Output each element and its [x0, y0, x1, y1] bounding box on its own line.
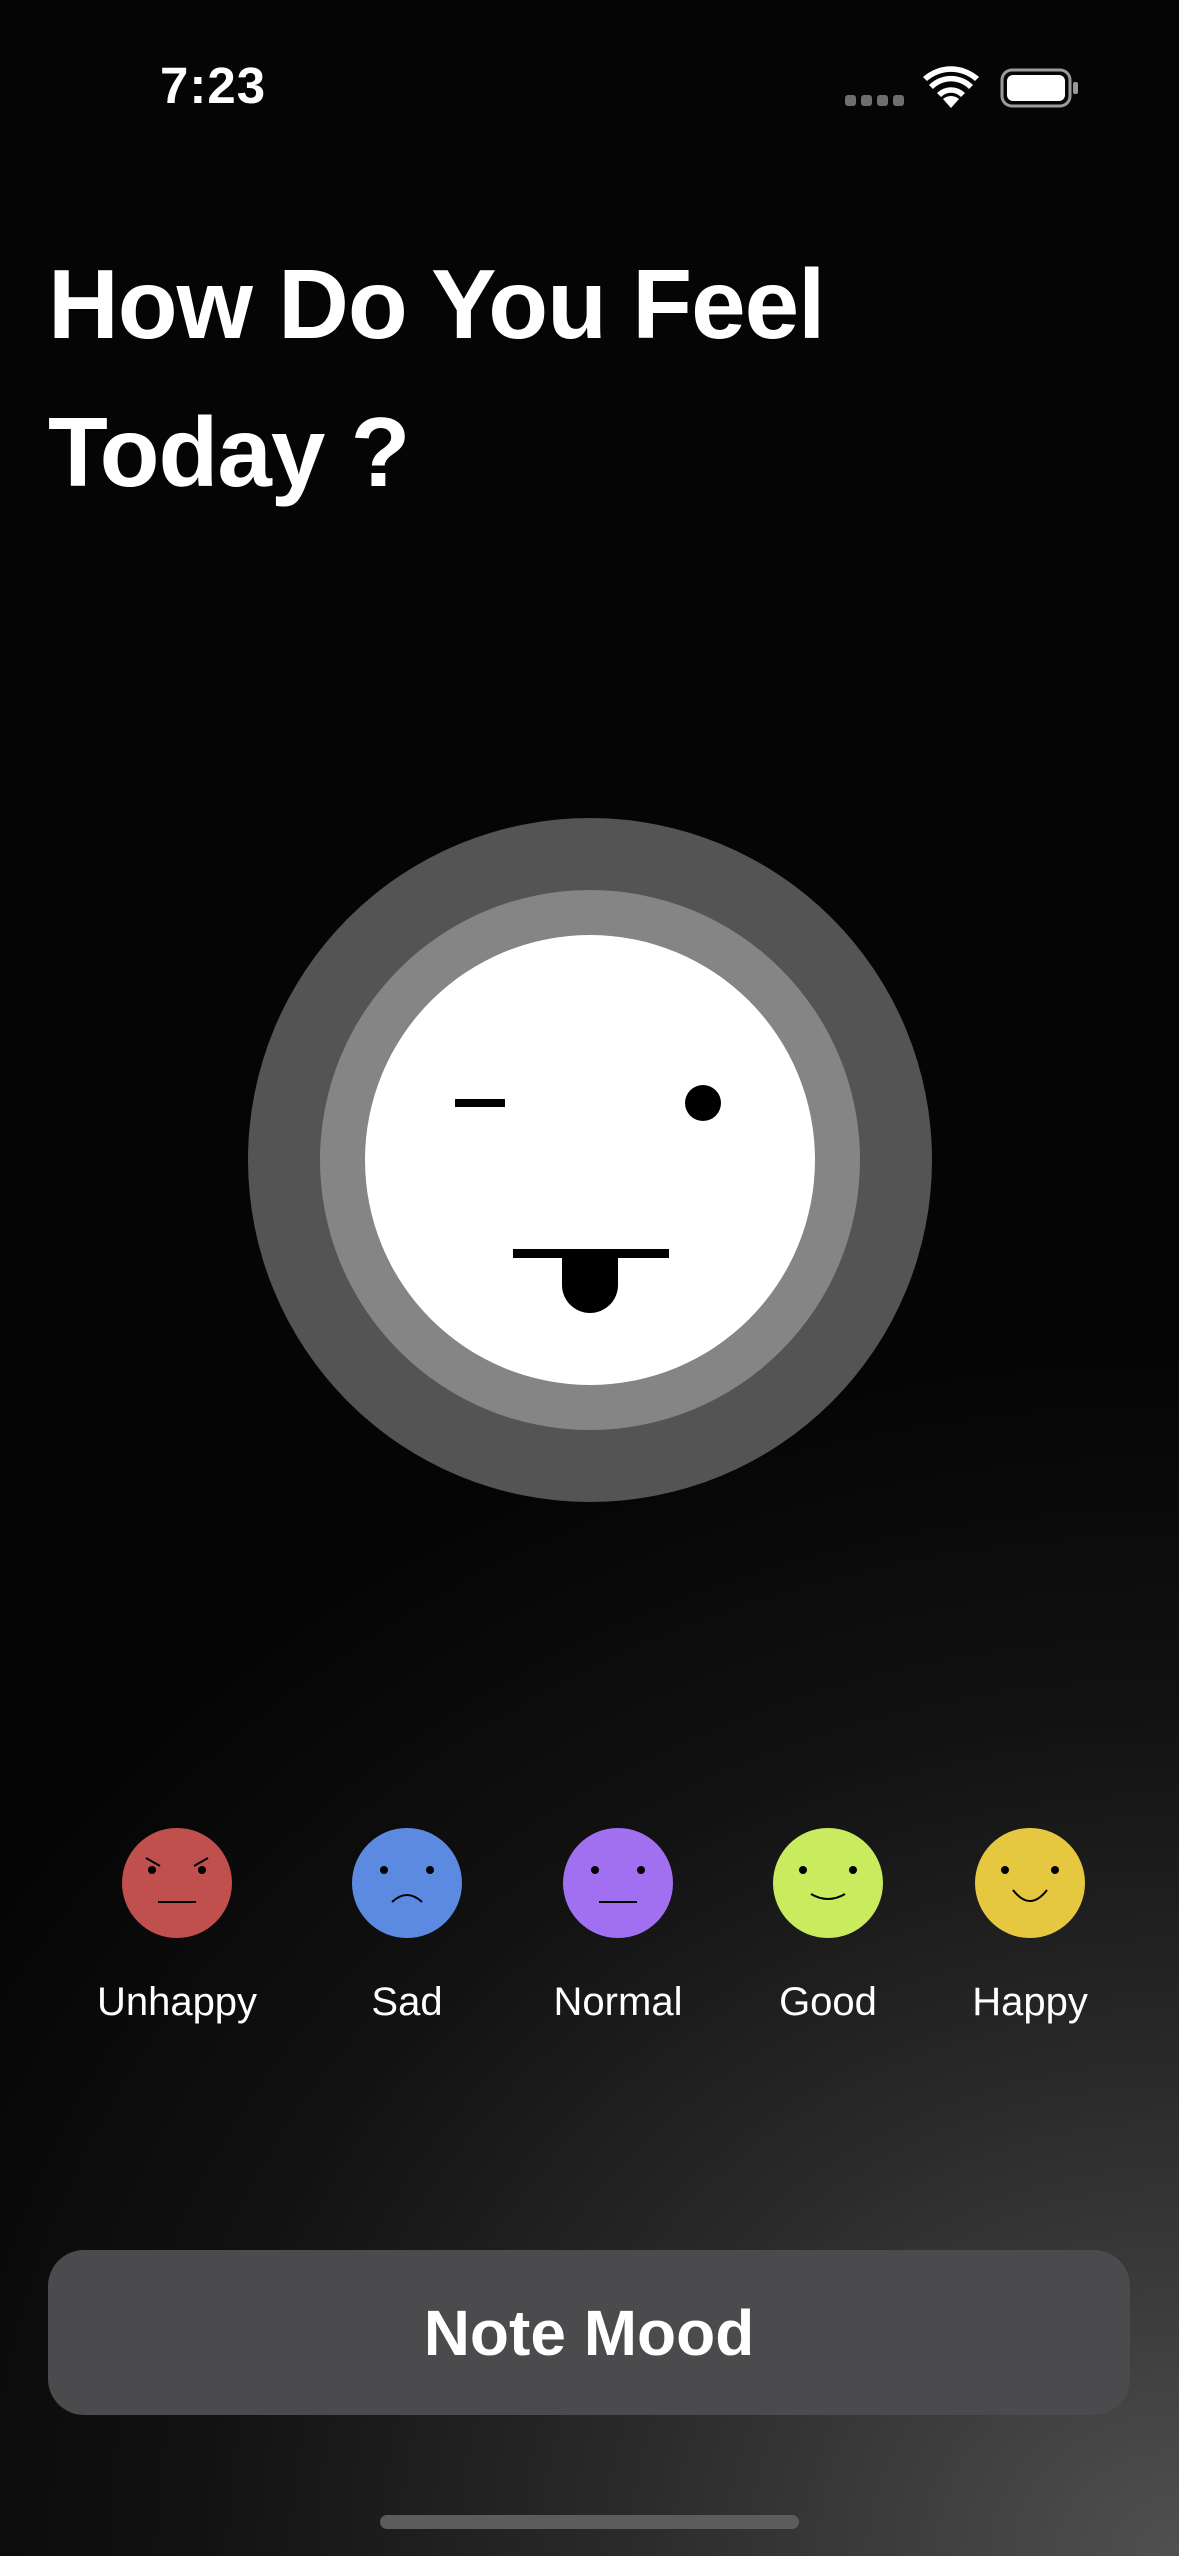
mood-label-good: Good — [779, 1980, 877, 2024]
winking-tongue-face-icon — [365, 935, 815, 1385]
page-title: How Do You Feel Today ? — [48, 249, 825, 507]
left-eye-closed — [455, 1099, 505, 1107]
mood-option-good[interactable]: Good — [728, 1825, 928, 2045]
mood-option-happy[interactable]: Happy — [930, 1825, 1130, 2045]
neutral-face-icon — [563, 1828, 673, 1938]
right-eye — [685, 1085, 721, 1121]
slight-smile-face-icon — [773, 1828, 883, 1938]
sad-face-icon — [352, 1828, 462, 1938]
status-time: 7:23 — [160, 57, 267, 114]
note-mood-button[interactable]: Note Mood — [48, 2250, 1130, 2415]
note-mood-button-label: Note Mood — [423, 2297, 755, 2369]
mood-option-normal[interactable]: Normal — [518, 1825, 718, 2045]
mood-label-happy: Happy — [972, 1980, 1088, 2024]
mood-selector: Unhappy Sad Normal Good Happy — [0, 1825, 1179, 2045]
mood-label-sad: Sad — [371, 1980, 443, 2024]
cellular-signal-icon — [845, 95, 905, 107]
angry-face-icon — [122, 1828, 232, 1938]
mood-label-normal: Normal — [553, 1980, 683, 2024]
mood-option-unhappy[interactable]: Unhappy — [77, 1825, 277, 2045]
home-indicator[interactable] — [380, 2515, 799, 2529]
tongue — [562, 1253, 618, 1313]
battery-icon — [1000, 68, 1078, 108]
wifi-icon — [923, 66, 979, 108]
mood-option-sad[interactable]: Sad — [307, 1825, 507, 2045]
smile-face-icon — [975, 1828, 1085, 1938]
status-bar: 7:23 — [0, 0, 1179, 170]
mood-label-unhappy: Unhappy — [96, 1980, 258, 2024]
